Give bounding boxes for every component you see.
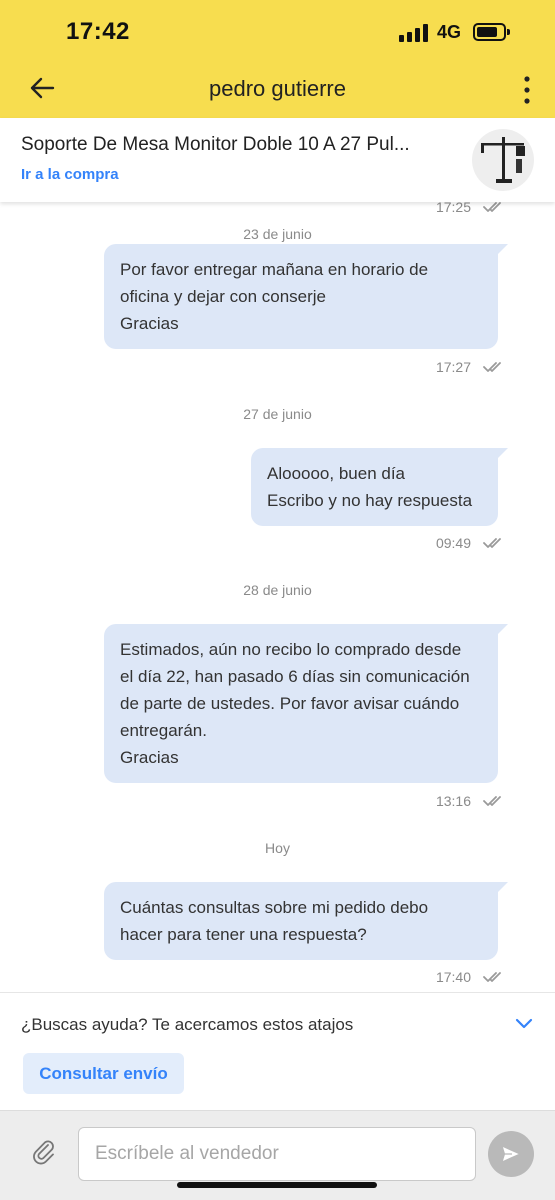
message-meta: 13:16	[436, 791, 505, 811]
message-line: Escribo y no hay respuesta	[267, 491, 473, 510]
signal-icon	[399, 24, 429, 42]
message-bubble[interactable]: Alooooo, buen día Escribo y no hay respu…	[251, 448, 508, 526]
message-time: 17:27	[435, 359, 471, 375]
home-indicator	[177, 1182, 377, 1188]
double-check-icon	[483, 202, 501, 212]
go-to-purchase-link[interactable]: Ir a la compra	[21, 166, 119, 183]
message-line: hacer para tener una respuesta?	[120, 925, 367, 944]
message-time: 17:40	[435, 969, 471, 985]
message-meta: 17:25	[436, 202, 505, 217]
message-time: 17:25	[435, 202, 471, 215]
message-meta: 17:40	[436, 967, 505, 987]
message-line: Alooooo, buen día	[267, 464, 406, 483]
message-bubble[interactable]: Estimados, aún no recibo lo comprado des…	[104, 624, 508, 783]
message-line: Gracias	[120, 314, 179, 333]
message-line: oficina y dejar con conserje	[120, 287, 327, 306]
message-bubble[interactable]: Cuántas consultas sobre mi pedido debo h…	[104, 882, 508, 960]
double-check-icon	[483, 538, 501, 548]
message-time: 09:49	[435, 535, 471, 551]
status-bar: 17:42 4G	[0, 0, 555, 62]
message-time: 13:16	[435, 793, 471, 809]
chat-area[interactable]: 17:25 23 de junio Por favor entregar mañ…	[0, 202, 555, 992]
product-title: Soporte De Mesa Monitor Doble 10 A 27 Pu…	[21, 134, 410, 155]
message-line: Estimados, aún no recibo lo comprado des…	[120, 640, 462, 659]
battery-icon	[473, 23, 510, 41]
message-line: Cuántas consultas sobre mi pedido debo	[120, 898, 429, 917]
send-button[interactable]	[488, 1131, 534, 1177]
help-text: ¿Buscas ayuda? Te acercamos estos atajos	[21, 1015, 354, 1034]
collapse-shortcuts-button[interactable]	[512, 1011, 536, 1035]
monitor-stand-image	[481, 137, 525, 183]
attach-button[interactable]	[30, 1137, 58, 1165]
date-separator: 28 de junio	[0, 580, 555, 600]
track-shipping-button[interactable]: Consultar envío	[23, 1053, 184, 1094]
date-separator: 27 de junio	[0, 404, 555, 424]
message-line: Por favor entregar mañana en horario de	[120, 260, 429, 279]
double-check-icon	[483, 972, 501, 982]
more-options-button[interactable]	[512, 70, 542, 110]
product-thumbnail[interactable]	[472, 129, 534, 191]
message-line: el día 22, han pasado 6 días sin comunic…	[120, 667, 470, 686]
status-time: 17:42	[66, 18, 130, 45]
chevron-down-icon	[515, 1018, 533, 1029]
network-label: 4G	[437, 22, 462, 42]
paperclip-icon	[33, 1140, 54, 1165]
send-icon	[501, 1145, 521, 1163]
double-check-icon	[483, 796, 501, 806]
product-card: Soporte De Mesa Monitor Doble 10 A 27 Pu…	[0, 118, 555, 202]
page-title: pedro gutierre	[209, 76, 346, 101]
message-line: Gracias	[120, 748, 179, 767]
message-meta: 17:27	[436, 357, 505, 377]
message-line: de parte de ustedes. Por favor avisar cu…	[120, 694, 460, 713]
app-header: 17:42 4G pedro gutierre	[0, 0, 555, 118]
message-input[interactable]	[78, 1127, 476, 1181]
date-separator: 23 de junio	[0, 224, 555, 244]
message-meta: 09:49	[436, 533, 505, 553]
date-separator: Hoy	[0, 838, 555, 858]
message-bubble[interactable]: Por favor entregar mañana en horario de …	[104, 244, 508, 349]
help-shortcuts: ¿Buscas ayuda? Te acercamos estos atajos…	[0, 992, 555, 1110]
more-vertical-icon	[524, 76, 530, 104]
message-line: entregarán.	[120, 721, 207, 740]
double-check-icon	[483, 362, 501, 372]
